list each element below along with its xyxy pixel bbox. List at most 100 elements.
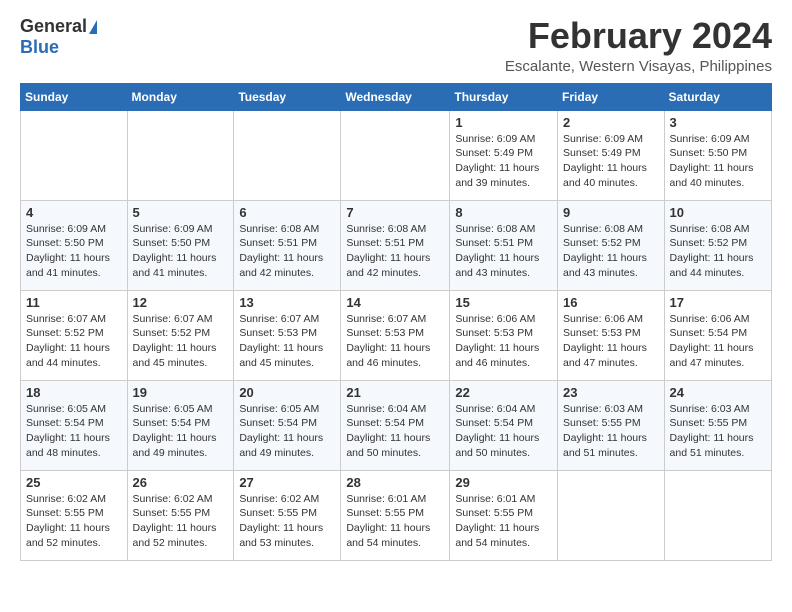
day-info: Sunrise: 6:07 AMSunset: 5:53 PMDaylight:…	[239, 312, 335, 371]
day-info: Sunrise: 6:07 AMSunset: 5:52 PMDaylight:…	[26, 312, 122, 371]
day-info: Sunrise: 6:08 AMSunset: 5:51 PMDaylight:…	[239, 222, 335, 281]
day-info: Sunrise: 6:07 AMSunset: 5:53 PMDaylight:…	[346, 312, 444, 371]
day-info: Sunrise: 6:08 AMSunset: 5:51 PMDaylight:…	[455, 222, 552, 281]
day-number: 17	[670, 295, 766, 310]
day-number: 11	[26, 295, 122, 310]
day-number: 26	[133, 475, 229, 490]
day-number: 19	[133, 385, 229, 400]
day-number: 7	[346, 205, 444, 220]
calendar-table: SundayMondayTuesdayWednesdayThursdayFrid…	[20, 83, 772, 561]
calendar-cell: 21Sunrise: 6:04 AMSunset: 5:54 PMDayligh…	[341, 380, 450, 470]
calendar-cell: 25 Sunrise: 6:02 AMSunset: 5:55 PMDayligh…	[21, 470, 128, 560]
logo-blue: Blue	[20, 37, 59, 58]
logo-triangle-icon	[89, 20, 97, 34]
day-number: 1	[455, 115, 552, 130]
day-number: 21	[346, 385, 444, 400]
col-header-thursday: Thursday	[450, 83, 558, 110]
day-info: Sunrise: 6:01 AMSunset: 5:55 PMDaylight:…	[346, 492, 444, 551]
calendar-cell: 29 Sunrise: 6:01 AMSunset: 5:55 PMDayligh…	[450, 470, 558, 560]
day-number: 9	[563, 205, 659, 220]
day-info: Sunrise: 6:06 AMSunset: 5:53 PMDaylight:…	[563, 312, 659, 371]
calendar-cell: 1 Sunrise: 6:09 AMSunset: 5:49 PMDaylight…	[450, 110, 558, 200]
day-number: 29	[455, 475, 552, 490]
day-info: Sunrise: 6:02 AMSunset: 5:55 PMDaylight:…	[133, 492, 229, 551]
calendar-cell: 27 Sunrise: 6:02 AMSunset: 5:55 PMDayligh…	[234, 470, 341, 560]
calendar-cell	[664, 470, 771, 560]
calendar-cell: 11 Sunrise: 6:07 AMSunset: 5:52 PMDayligh…	[21, 290, 128, 380]
calendar-cell: 17 Sunrise: 6:06 AMSunset: 5:54 PMDayligh…	[664, 290, 771, 380]
day-number: 13	[239, 295, 335, 310]
day-info: Sunrise: 6:03 AMSunset: 5:55 PMDaylight:…	[670, 402, 766, 461]
calendar-cell: 20 Sunrise: 6:05 AMSunset: 5:54 PMDayligh…	[234, 380, 341, 470]
day-info: Sunrise: 6:01 AMSunset: 5:55 PMDaylight:…	[455, 492, 552, 551]
header: General Blue February 2024 Escalante, We…	[20, 16, 772, 75]
calendar-header-row: SundayMondayTuesdayWednesdayThursdayFrid…	[21, 83, 772, 110]
calendar-cell	[234, 110, 341, 200]
calendar-cell: 14 Sunrise: 6:07 AMSunset: 5:53 PMDayligh…	[341, 290, 450, 380]
col-header-tuesday: Tuesday	[234, 83, 341, 110]
col-header-wednesday: Wednesday	[341, 83, 450, 110]
calendar-cell: 23 Sunrise: 6:03 AMSunset: 5:55 PMDayligh…	[558, 380, 665, 470]
calendar-cell: 5 Sunrise: 6:09 AMSunset: 5:50 PMDaylight…	[127, 200, 234, 290]
day-info: Sunrise: 6:09 AMSunset: 5:50 PMDaylight:…	[26, 222, 122, 281]
calendar-cell: 18 Sunrise: 6:05 AMSunset: 5:54 PMDayligh…	[21, 380, 128, 470]
day-info: Sunrise: 6:09 AMSunset: 5:49 PMDaylight:…	[455, 132, 552, 191]
month-title: February 2024	[505, 16, 772, 56]
logo-general: General	[20, 16, 87, 37]
col-header-sunday: Sunday	[21, 83, 128, 110]
calendar-cell: 13 Sunrise: 6:07 AMSunset: 5:53 PMDayligh…	[234, 290, 341, 380]
day-number: 14	[346, 295, 444, 310]
calendar-cell: 6 Sunrise: 6:08 AMSunset: 5:51 PMDaylight…	[234, 200, 341, 290]
day-info: Sunrise: 6:02 AMSunset: 5:55 PMDaylight:…	[239, 492, 335, 551]
day-info: Sunrise: 6:09 AMSunset: 5:50 PMDaylight:…	[133, 222, 229, 281]
calendar-cell: 22 Sunrise: 6:04 AMSunset: 5:54 PMDayligh…	[450, 380, 558, 470]
day-info: Sunrise: 6:05 AMSunset: 5:54 PMDaylight:…	[133, 402, 229, 461]
calendar-cell	[558, 470, 665, 560]
calendar-cell: 12 Sunrise: 6:07 AMSunset: 5:52 PMDayligh…	[127, 290, 234, 380]
calendar-cell: 3Sunrise: 6:09 AMSunset: 5:50 PMDaylight…	[664, 110, 771, 200]
calendar-cell: 2Sunrise: 6:09 AMSunset: 5:49 PMDaylight…	[558, 110, 665, 200]
calendar-cell	[21, 110, 128, 200]
day-info: Sunrise: 6:05 AMSunset: 5:54 PMDaylight:…	[239, 402, 335, 461]
day-number: 10	[670, 205, 766, 220]
day-number: 24	[670, 385, 766, 400]
day-info: Sunrise: 6:04 AMSunset: 5:54 PMDaylight:…	[455, 402, 552, 461]
day-number: 22	[455, 385, 552, 400]
day-info: Sunrise: 6:07 AMSunset: 5:52 PMDaylight:…	[133, 312, 229, 371]
calendar-cell: 24 Sunrise: 6:03 AMSunset: 5:55 PMDayligh…	[664, 380, 771, 470]
day-number: 15	[455, 295, 552, 310]
calendar-cell: 8 Sunrise: 6:08 AMSunset: 5:51 PMDaylight…	[450, 200, 558, 290]
day-info: Sunrise: 6:09 AMSunset: 5:49 PMDaylight:…	[563, 132, 659, 191]
day-number: 27	[239, 475, 335, 490]
day-info: Sunrise: 6:06 AMSunset: 5:54 PMDaylight:…	[670, 312, 766, 371]
day-number: 4	[26, 205, 122, 220]
calendar-cell: 9 Sunrise: 6:08 AMSunset: 5:52 PMDaylight…	[558, 200, 665, 290]
logo: General Blue	[20, 16, 97, 58]
col-header-saturday: Saturday	[664, 83, 771, 110]
day-info: Sunrise: 6:08 AMSunset: 5:52 PMDaylight:…	[670, 222, 766, 281]
day-info: Sunrise: 6:02 AMSunset: 5:55 PMDaylight:…	[26, 492, 122, 551]
day-info: Sunrise: 6:06 AMSunset: 5:53 PMDaylight:…	[455, 312, 552, 371]
day-info: Sunrise: 6:08 AMSunset: 5:52 PMDaylight:…	[563, 222, 659, 281]
col-header-monday: Monday	[127, 83, 234, 110]
calendar-cell: 26 Sunrise: 6:02 AMSunset: 5:55 PMDayligh…	[127, 470, 234, 560]
day-number: 25	[26, 475, 122, 490]
day-number: 23	[563, 385, 659, 400]
day-info: Sunrise: 6:09 AMSunset: 5:50 PMDaylight:…	[670, 132, 766, 191]
day-number: 28	[346, 475, 444, 490]
day-number: 18	[26, 385, 122, 400]
day-info: Sunrise: 6:05 AMSunset: 5:54 PMDaylight:…	[26, 402, 122, 461]
day-number: 6	[239, 205, 335, 220]
day-number: 12	[133, 295, 229, 310]
calendar-cell: 4 Sunrise: 6:09 AMSunset: 5:50 PMDaylight…	[21, 200, 128, 290]
calendar-week-row: 1 Sunrise: 6:09 AMSunset: 5:49 PMDaylight…	[21, 110, 772, 200]
day-number: 8	[455, 205, 552, 220]
day-number: 5	[133, 205, 229, 220]
calendar-week-row: 25 Sunrise: 6:02 AMSunset: 5:55 PMDayligh…	[21, 470, 772, 560]
day-info: Sunrise: 6:08 AMSunset: 5:51 PMDaylight:…	[346, 222, 444, 281]
calendar-cell: 10 Sunrise: 6:08 AMSunset: 5:52 PMDayligh…	[664, 200, 771, 290]
col-header-friday: Friday	[558, 83, 665, 110]
title-area: February 2024 Escalante, Western Visayas…	[505, 16, 772, 75]
day-number: 20	[239, 385, 335, 400]
day-info: Sunrise: 6:03 AMSunset: 5:55 PMDaylight:…	[563, 402, 659, 461]
